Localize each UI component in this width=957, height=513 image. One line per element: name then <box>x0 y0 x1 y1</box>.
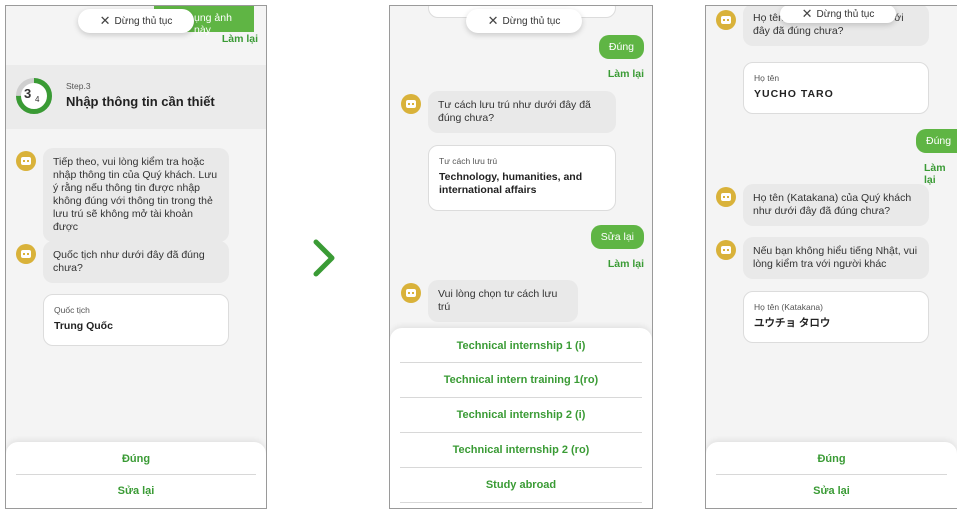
card-value: Technology, humanities, and internationa… <box>439 171 583 196</box>
card-label: Tư cách lưu trú <box>439 156 498 166</box>
option-technical-internship-2-ro[interactable]: Technical internship 2 (ro) <box>390 433 652 467</box>
step-progress-ring: 3 4 <box>15 77 53 115</box>
chevron-right-icon <box>313 239 335 277</box>
bot-avatar-icon <box>16 244 36 264</box>
stop-procedure-label: Dừng thủ tục <box>502 15 561 27</box>
step-small-label: Step.3 <box>66 81 91 91</box>
edit-button[interactable]: Sửa lại <box>6 475 266 507</box>
bot-message: Quốc tịch như dưới đây đã đúng chưa? <box>43 241 229 283</box>
card-label: Quốc tịch <box>54 305 90 315</box>
user-reply: Đúng <box>916 129 957 153</box>
bot-message: Nếu bạn không hiểu tiếng Nhật, vui lòng … <box>743 237 929 279</box>
action-sheet: Đúng Sửa lại <box>706 442 957 508</box>
bot-avatar-icon <box>716 10 736 30</box>
redo-link[interactable]: Làm lại <box>924 162 957 186</box>
redo-link[interactable]: Làm lại <box>608 68 644 80</box>
stop-procedure-button[interactable]: ✕ Dừng thủ tục <box>466 9 582 33</box>
stop-procedure-label: Dừng thủ tục <box>816 8 875 20</box>
option-technical-internship-2-i[interactable]: Technical internship 2 (i) <box>390 398 652 432</box>
card-label: Họ tên (Katakana) <box>754 302 823 312</box>
option-study-abroad[interactable]: Study abroad <box>390 468 652 502</box>
card-value: ユウチョ タロウ <box>754 317 831 329</box>
screen-residence-status: ✕ Dừng thủ tục Đúng Làm lại Tư cách lưu … <box>389 5 653 509</box>
close-icon: ✕ <box>99 13 111 28</box>
bot-message: Vui lòng chọn tư cách lưu trú <box>428 280 578 322</box>
option-list-sheet: Technical internship 1 (i) Technical int… <box>390 328 652 508</box>
step-header: 3 4 Step.3 Nhập thông tin cần thiết <box>6 65 266 129</box>
bot-avatar-icon <box>401 283 421 303</box>
confirm-button[interactable]: Đúng <box>706 442 957 474</box>
card-label: Họ tên <box>754 73 780 83</box>
bot-avatar-icon <box>16 151 36 171</box>
user-reply: Đúng <box>598 35 644 59</box>
close-icon: ✕ <box>487 13 499 28</box>
info-card-katakana-name: Họ tên (Katakana) ユウチョ タロウ <box>743 291 929 343</box>
action-sheet: Đúng Sửa lại <box>6 442 266 508</box>
step-total: 4 <box>35 95 40 104</box>
screen-name-check: Họ tên của Quý khách như dưới đây đã đún… <box>705 5 957 509</box>
bot-avatar-icon <box>716 240 736 260</box>
bot-message: Tiếp theo, vui lòng kiểm tra hoặc nhập t… <box>43 148 229 242</box>
stop-procedure-button[interactable]: ✕ Dừng thủ tục <box>78 9 194 33</box>
stop-procedure-label: Dừng thủ tục <box>114 15 173 27</box>
card-value: YUCHO TARO <box>754 88 834 100</box>
screen-step3-nationality: ụng ảnh này ✕ Dừng thủ tục Làm lại 3 4 S… <box>5 5 267 509</box>
option-technical-internship-1-i[interactable]: Technical internship 1 (i) <box>390 328 652 362</box>
close-icon: ✕ <box>801 6 813 21</box>
confirm-button[interactable]: Đúng <box>6 442 266 474</box>
option-technical-intern-training-1-ro[interactable]: Technical intern training 1(ro) <box>390 363 652 397</box>
info-card-residence-status: Tư cách lưu trú Technology, humanities, … <box>428 145 616 211</box>
bot-message: Họ tên (Katakana) của Quý khách như dưới… <box>743 184 929 226</box>
step-number: 3 <box>24 86 32 101</box>
redo-link[interactable]: Làm lại <box>608 258 644 270</box>
redo-link[interactable]: Làm lại <box>222 33 258 45</box>
user-reply: Sửa lại <box>590 225 644 249</box>
bot-message: Tư cách lưu trú như dưới đây đã đúng chư… <box>428 91 616 133</box>
divider <box>400 502 642 503</box>
edit-button[interactable]: Sửa lại <box>706 475 957 507</box>
info-card-nationality: Quốc tịch Trung Quốc <box>43 294 229 346</box>
stop-procedure-button[interactable]: ✕ Dừng thủ tục <box>780 6 896 23</box>
bot-avatar-icon <box>716 187 736 207</box>
bot-avatar-icon <box>401 94 421 114</box>
card-value: Trung Quốc <box>54 320 113 332</box>
info-card-name: Họ tên YUCHO TARO <box>743 62 929 114</box>
step-title: Nhập thông tin cần thiết <box>66 94 215 109</box>
